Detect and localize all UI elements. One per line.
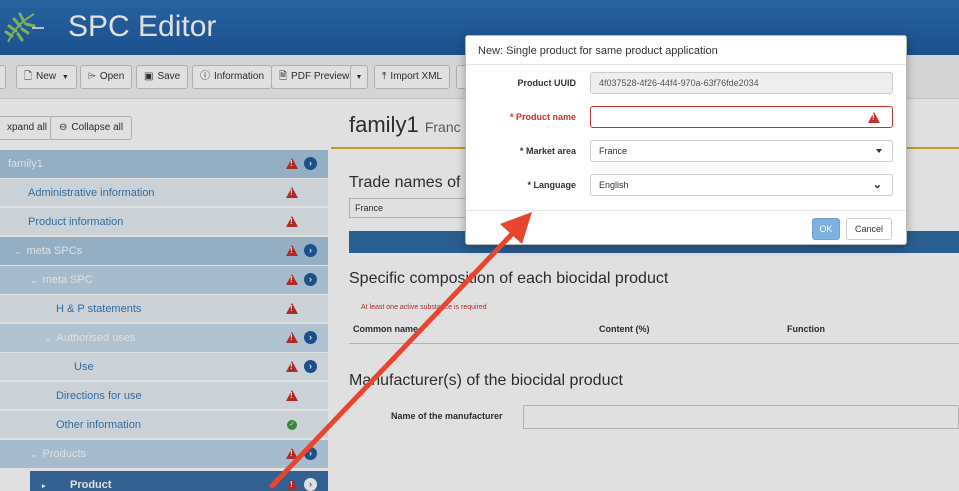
spc-editor-app: SPC Editor 🗋 New ▼ ⌲ Open ▣ Save ⓘ Informati… <box>0 0 959 491</box>
annotation-arrow-icon <box>269 212 532 489</box>
